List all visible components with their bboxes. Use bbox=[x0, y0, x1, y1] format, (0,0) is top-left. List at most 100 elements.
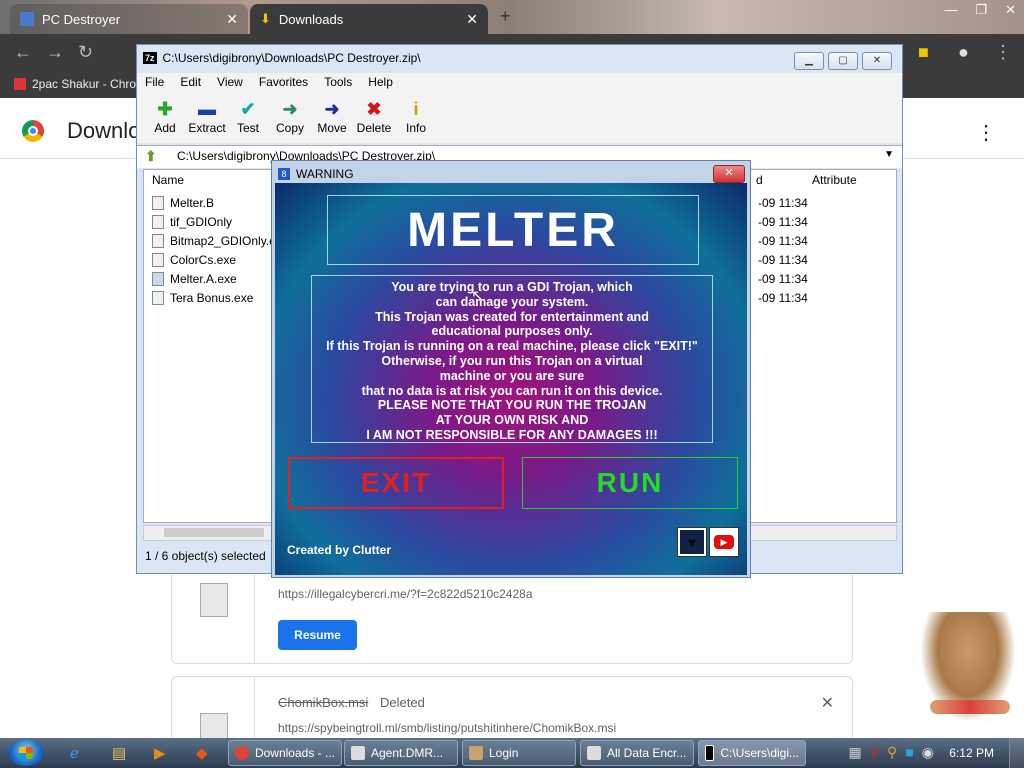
copy-button[interactable]: ➜ Copy bbox=[268, 97, 312, 135]
back-arrow-icon[interactable]: ← bbox=[14, 42, 32, 63]
resume-button[interactable]: Resume bbox=[278, 620, 357, 650]
scrollbar-thumb[interactable] bbox=[164, 528, 264, 537]
taskbar-item-label: Login bbox=[489, 746, 519, 760]
message-line: can damage your system. bbox=[435, 294, 589, 309]
menu-view[interactable]: View bbox=[209, 73, 251, 93]
maximize-button[interactable]: ▢ bbox=[828, 52, 858, 70]
taskbar-item-chrome[interactable]: Downloads - ... bbox=[228, 740, 342, 766]
minimize-button[interactable]: ▁ bbox=[794, 52, 824, 70]
start-button[interactable] bbox=[8, 740, 44, 766]
close-button[interactable]: ✕ bbox=[713, 165, 745, 183]
tool-label: Add bbox=[154, 121, 176, 135]
bookmark-label: 2pac Shakur - Chro bbox=[32, 77, 137, 91]
delete-button[interactable]: ✖ Delete bbox=[352, 97, 396, 135]
youtube-button[interactable]: ▶ bbox=[709, 527, 739, 557]
folder-up-icon[interactable]: ⬆ bbox=[145, 148, 157, 165]
taskbar-item-label: Agent.DMR... bbox=[371, 746, 444, 760]
bookmark-item[interactable]: 2pac Shakur - Chro bbox=[14, 77, 136, 91]
remove-download-icon[interactable]: ✕ bbox=[821, 693, 834, 713]
search-tool-icon[interactable]: ⚲ bbox=[887, 744, 897, 761]
reload-icon[interactable]: ↻ bbox=[78, 42, 93, 63]
extension-icon[interactable]: ■ bbox=[918, 42, 929, 63]
file-icon bbox=[200, 583, 228, 617]
media-player-icon[interactable]: ▶ bbox=[154, 744, 166, 762]
profile-icon[interactable]: ● bbox=[958, 42, 969, 63]
column-header-modified[interactable]: d bbox=[748, 170, 771, 190]
credit-text: Created by Clutter bbox=[287, 543, 392, 557]
maximize-button[interactable]: ❐ bbox=[975, 2, 987, 18]
file-row[interactable]: Melter.B bbox=[152, 196, 214, 210]
download-filename[interactable]: ChomikBox.msi bbox=[278, 695, 368, 710]
download-url[interactable]: https://spybeingtroll.ml/smb/listing/put… bbox=[278, 721, 616, 735]
minimize-button[interactable]: — bbox=[944, 2, 957, 18]
exe-file-icon bbox=[152, 253, 164, 267]
message-line: educational purposes only. bbox=[431, 324, 593, 339]
menu-bar: File Edit View Favorites Tools Help bbox=[137, 73, 902, 93]
taskbar-item-login[interactable]: Login bbox=[462, 740, 576, 766]
file-row[interactable]: Melter.A.exe bbox=[152, 272, 237, 286]
extract-button[interactable]: ▬ Extract bbox=[185, 97, 229, 135]
download-card: https://illegalcybercri.me/?f=2c822d5210… bbox=[171, 564, 853, 664]
internet-explorer-icon[interactable]: ℯ bbox=[70, 744, 79, 762]
folder-icon bbox=[152, 215, 164, 229]
new-tab-button[interactable]: + bbox=[500, 6, 511, 27]
forward-arrow-icon[interactable]: → bbox=[46, 42, 64, 63]
file-row[interactable]: Bitmap2_GDIOnly.ex bbox=[152, 234, 282, 248]
window-icon bbox=[351, 746, 365, 760]
taskbar-clock[interactable]: 6:12 PM bbox=[949, 746, 994, 760]
tab-downloads[interactable]: ⬇ Downloads ✕ bbox=[250, 4, 488, 34]
menu-file[interactable]: File bbox=[137, 73, 172, 93]
close-button[interactable]: ✕ bbox=[1005, 2, 1016, 18]
file-row[interactable]: tif_GDIOnly bbox=[152, 215, 232, 229]
more-options-icon[interactable]: ⋮ bbox=[976, 120, 996, 145]
file-name: Tera Bonus.exe bbox=[170, 291, 254, 305]
heading-box: MELTER bbox=[327, 195, 699, 265]
heart-button[interactable]: ♥ bbox=[677, 527, 707, 557]
volume-icon[interactable]: ◉ bbox=[922, 744, 934, 761]
tray-app-icon[interactable]: ▦ bbox=[848, 744, 861, 761]
browser-tab-strip: PC Destroyer ✕ ⬇ Downloads ✕ + — ❐ ✕ bbox=[0, 0, 1024, 34]
tab-close-icon[interactable]: ✕ bbox=[226, 11, 238, 28]
show-desktop-button[interactable] bbox=[1009, 738, 1024, 768]
file-row[interactable]: ColorCs.exe bbox=[152, 253, 236, 267]
exit-button[interactable]: EXIT bbox=[288, 457, 504, 509]
monitor-icon[interactable]: ■ bbox=[905, 744, 913, 761]
menu-favorites[interactable]: Favorites bbox=[251, 73, 316, 93]
menu-edit[interactable]: Edit bbox=[172, 73, 209, 93]
app-icon: 8 bbox=[278, 168, 290, 180]
browser-menu-icon[interactable]: ⋮ bbox=[994, 42, 1012, 63]
tool-label: Move bbox=[317, 121, 347, 135]
plus-icon: ✚ bbox=[157, 99, 173, 119]
file-date: -09 11:34 bbox=[758, 272, 808, 286]
info-button[interactable]: i Info bbox=[394, 97, 438, 135]
file-date: -09 11:34 bbox=[758, 253, 808, 267]
chevron-down-icon[interactable]: ▼ bbox=[884, 149, 894, 160]
tab-title: Downloads bbox=[278, 11, 344, 27]
close-button[interactable]: ✕ bbox=[862, 52, 892, 70]
tab-pc-destroyer[interactable]: PC Destroyer ✕ bbox=[10, 4, 248, 34]
hamster-sticker-image bbox=[920, 612, 1016, 722]
test-button[interactable]: ✔ Test bbox=[226, 97, 270, 135]
column-header-attribute[interactable]: Attribute bbox=[804, 170, 865, 190]
message-line: This Trojan was created for entertainmen… bbox=[375, 309, 649, 324]
taskbar-item-agent[interactable]: Agent.DMR... bbox=[344, 740, 458, 766]
add-button[interactable]: ✚ Add bbox=[143, 97, 187, 135]
menu-tools[interactable]: Tools bbox=[316, 73, 360, 93]
message-line: Otherwise, if you run this Trojan on a v… bbox=[381, 353, 643, 368]
tool-label: Copy bbox=[275, 121, 304, 135]
download-url[interactable]: https://illegalcybercri.me/?f=2c822d5210… bbox=[278, 587, 533, 601]
file-row[interactable]: Tera Bonus.exe bbox=[152, 291, 253, 305]
antivirus-icon[interactable]: V bbox=[870, 744, 879, 761]
youtube-icon: ▶ bbox=[714, 535, 734, 549]
taskbar-item-all-data[interactable]: All Data Encr... bbox=[580, 740, 694, 766]
tab-title: PC Destroyer bbox=[42, 11, 121, 27]
app-launcher-icon[interactable]: ◆ bbox=[196, 744, 208, 762]
move-button[interactable]: ➜ Move bbox=[310, 97, 354, 135]
menu-help[interactable]: Help bbox=[360, 73, 401, 93]
sevenzip-logo-icon: 7z bbox=[143, 52, 157, 64]
warning-dialog: 8 WARNING ✕ MELTER You are trying to run… bbox=[271, 160, 751, 578]
tab-close-icon[interactable]: ✕ bbox=[466, 11, 478, 28]
taskbar-item-sevenzip[interactable]: C:\Users\digi... bbox=[698, 740, 806, 766]
run-button[interactable]: RUN bbox=[522, 457, 738, 509]
file-explorer-icon[interactable]: ▤ bbox=[112, 744, 126, 762]
